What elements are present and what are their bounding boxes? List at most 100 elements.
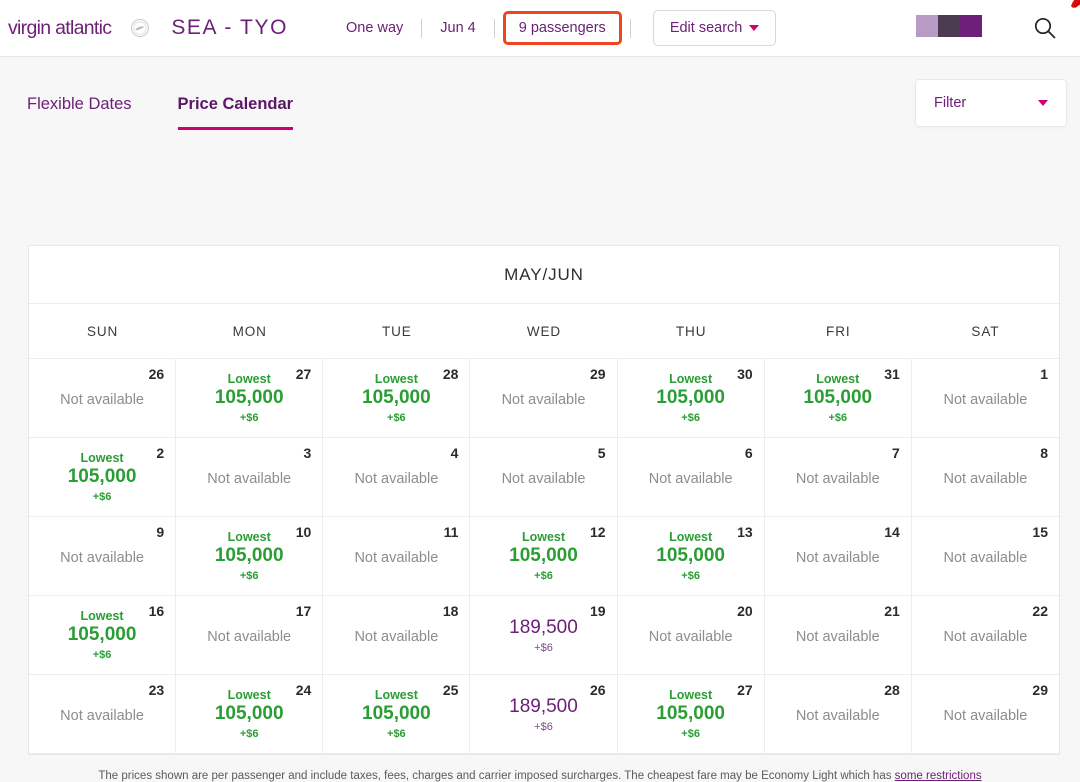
day-cell-body: Lowest 105,000 +$6 bbox=[333, 683, 459, 753]
not-available-label: Not available bbox=[501, 471, 586, 487]
not-available-label: Not available bbox=[943, 629, 1028, 645]
day-number: 13 bbox=[737, 524, 753, 540]
day-cell-body: Lowest 105,000 +$6 bbox=[39, 604, 165, 674]
day-cell-body: Not available bbox=[480, 367, 606, 437]
day-number: 26 bbox=[589, 682, 606, 698]
day-number: 12 bbox=[589, 524, 606, 540]
day-cell-body: Not available bbox=[775, 525, 901, 595]
lowest-fare-badge: Lowest bbox=[374, 371, 418, 386]
day-number: 3 bbox=[303, 445, 312, 461]
calendar-day-cell[interactable]: 24 Lowest 105,000 +$6 bbox=[176, 675, 324, 754]
calendar-day-cell: 9 Not available bbox=[29, 517, 177, 596]
calendar-day-cell[interactable]: 10 Lowest 105,000 +$6 bbox=[176, 517, 324, 596]
departure-date-label[interactable]: Jun 4 bbox=[422, 20, 493, 36]
calendar-day-cell[interactable]: 30 Lowest 105,000 +$6 bbox=[617, 359, 765, 438]
trip-type-label[interactable]: One way bbox=[328, 20, 421, 36]
calendar-day-cell: 1 Not available bbox=[911, 359, 1059, 438]
calendar-dow-header: FRI bbox=[826, 323, 851, 339]
calendar-day-cell[interactable]: 27 Lowest 105,000 +$6 bbox=[176, 359, 324, 438]
calendar-day-cell[interactable]: 28 Lowest 105,000 +$6 bbox=[323, 359, 471, 438]
fare-taxes: +$6 bbox=[534, 642, 553, 655]
not-available-label: Not available bbox=[648, 471, 733, 487]
filter-button[interactable]: Filter bbox=[915, 79, 1067, 127]
disclaimer-text: The prices shown are per passenger and i… bbox=[98, 770, 895, 782]
calendar-day-cell: 28 Not available bbox=[764, 675, 912, 754]
restrictions-link[interactable]: some restrictions bbox=[895, 770, 982, 782]
brand-color-swatch bbox=[916, 15, 982, 37]
calendar-day-cell: 18 Not available bbox=[323, 596, 471, 675]
day-cell-body: Lowest 105,000 +$6 bbox=[186, 683, 312, 753]
not-available-label: Not available bbox=[207, 629, 292, 645]
not-available-label: Not available bbox=[648, 629, 733, 645]
day-number: 27 bbox=[295, 366, 312, 382]
calendar-day-cell: 11 Not available bbox=[323, 517, 471, 596]
calendar-day-cell[interactable]: 25 Lowest 105,000 +$6 bbox=[323, 675, 471, 754]
lowest-fare-badge: Lowest bbox=[816, 371, 860, 386]
day-cell-body: Lowest 105,000 +$6 bbox=[775, 367, 901, 437]
calendar-day-headers: SUN MON TUE WED THU FRI SAT bbox=[29, 304, 1059, 359]
calendar-day-cell: 26 Not available bbox=[29, 359, 177, 438]
view-tabs: Flexible Dates Price Calendar Filter bbox=[0, 57, 1080, 130]
calendar-day-cell[interactable]: 16 Lowest 105,000 +$6 bbox=[29, 596, 177, 675]
tab-flexible-dates[interactable]: Flexible Dates bbox=[27, 95, 132, 130]
day-cell-body: Not available bbox=[775, 683, 901, 753]
calendar-day-cell[interactable]: 27 Lowest 105,000 +$6 bbox=[617, 675, 765, 754]
fare-points: 105,000 bbox=[656, 387, 725, 409]
virgin-swoosh-icon bbox=[1071, 0, 1080, 8]
passengers-label[interactable]: 9 passengers bbox=[502, 11, 622, 45]
fare-taxes: +$6 bbox=[387, 727, 406, 740]
day-cell-body: Not available bbox=[628, 604, 754, 674]
day-number: 2 bbox=[156, 445, 165, 461]
fare-points: 105,000 bbox=[803, 387, 873, 409]
calendar-day-cell[interactable]: 12 Lowest 105,000 +$6 bbox=[470, 517, 618, 596]
day-cell-body: Not available bbox=[922, 367, 1049, 437]
day-number: 10 bbox=[295, 524, 312, 540]
not-available-label: Not available bbox=[795, 550, 880, 566]
edit-search-button[interactable]: Edit search bbox=[652, 10, 777, 46]
calendar-day-cell: 23 Not available bbox=[29, 675, 177, 754]
day-number: 18 bbox=[442, 603, 459, 619]
swatch-light bbox=[916, 15, 938, 37]
lowest-fare-badge: Lowest bbox=[669, 371, 713, 386]
chevron-down-icon bbox=[749, 25, 760, 31]
search-icon[interactable] bbox=[1032, 15, 1058, 41]
fare-points: 105,000 bbox=[214, 545, 284, 567]
calendar-dow-header: WED bbox=[526, 323, 562, 339]
virgin-atlantic-logo[interactable]: virgin atlantic bbox=[8, 0, 1080, 40]
fare-points: 105,000 bbox=[509, 545, 578, 567]
day-number: 31 bbox=[884, 366, 900, 382]
calendar-day-cell: 29 Not available bbox=[470, 359, 618, 438]
day-cell-body: Not available bbox=[333, 604, 459, 674]
lowest-fare-badge: Lowest bbox=[669, 529, 713, 544]
lowest-fare-badge: Lowest bbox=[227, 371, 271, 386]
calendar-day-cell[interactable]: 13 Lowest 105,000 +$6 bbox=[617, 517, 765, 596]
route-title: SEA - TYO bbox=[171, 16, 289, 39]
lowest-fare-badge: Lowest bbox=[521, 529, 566, 544]
not-available-label: Not available bbox=[354, 471, 439, 487]
calendar-day-cell: 15 Not available bbox=[911, 517, 1059, 596]
calendar-day-cell[interactable]: 31 Lowest 105,000 +$6 bbox=[764, 359, 912, 438]
fare-taxes: +$6 bbox=[534, 569, 553, 582]
tab-price-calendar[interactable]: Price Calendar bbox=[177, 95, 293, 130]
calendar-day-cell[interactable]: 26 189,500 +$6 bbox=[470, 675, 618, 754]
logo-text: virgin atlantic bbox=[8, 16, 112, 39]
not-available-label: Not available bbox=[501, 392, 586, 408]
fare-points: 105,000 bbox=[214, 387, 284, 409]
day-cell-body: Not available bbox=[922, 683, 1049, 753]
filter-label: Filter bbox=[934, 95, 967, 111]
day-number: 20 bbox=[737, 603, 753, 619]
day-cell-body: Not available bbox=[922, 525, 1049, 595]
divider bbox=[493, 18, 495, 38]
day-cell-body: Not available bbox=[922, 446, 1049, 516]
day-number: 30 bbox=[737, 366, 753, 382]
day-number: 23 bbox=[148, 682, 165, 698]
lowest-fare-badge: Lowest bbox=[374, 687, 418, 702]
not-available-label: Not available bbox=[943, 708, 1028, 724]
fare-taxes: +$6 bbox=[387, 411, 406, 424]
calendar-day-cell[interactable]: 19 189,500 +$6 bbox=[470, 596, 618, 675]
fare-taxes: +$6 bbox=[681, 569, 700, 582]
calendar-day-cell[interactable]: 2 Lowest 105,000 +$6 bbox=[29, 438, 177, 517]
swatch-dark bbox=[938, 15, 960, 37]
not-available-label: Not available bbox=[60, 550, 144, 566]
edit-search-label: Edit search bbox=[669, 20, 743, 36]
